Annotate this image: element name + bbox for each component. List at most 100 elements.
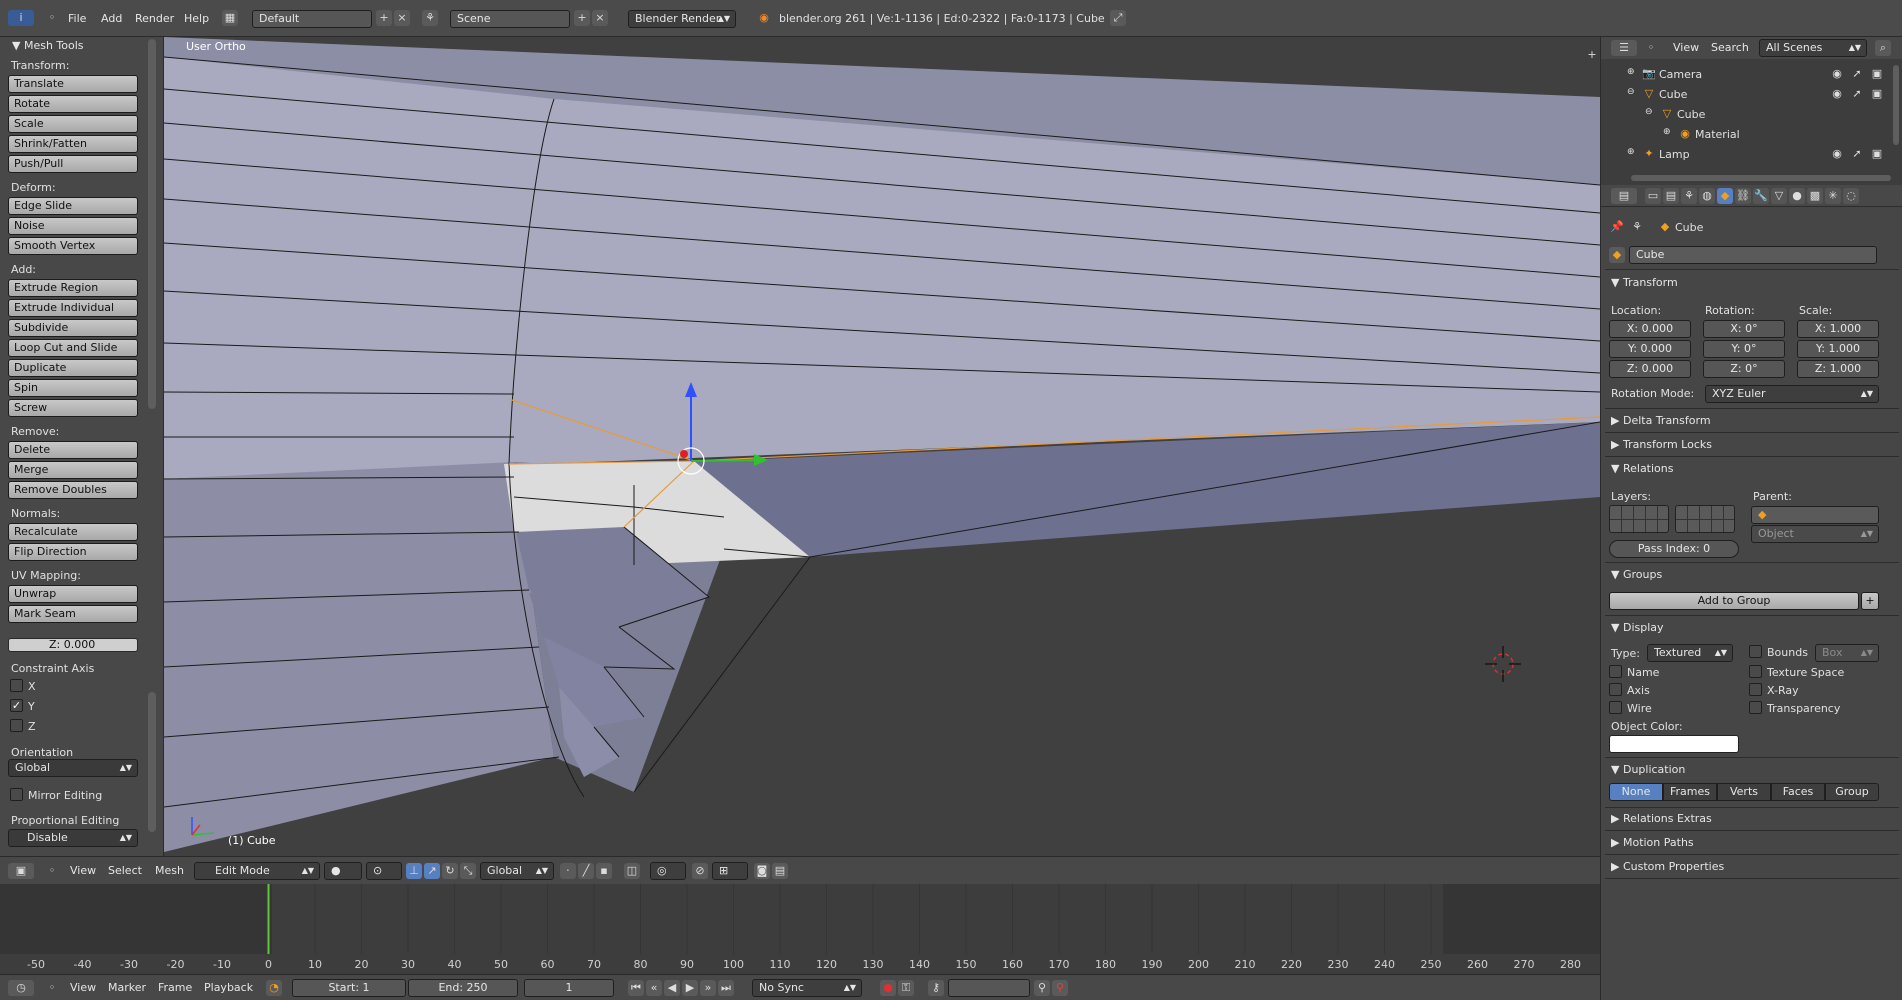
tool-button-translate[interactable]: Translate <box>8 75 138 93</box>
tool-button-scale[interactable]: Scale <box>8 115 138 133</box>
pin-icon[interactable]: 📌 <box>1609 219 1625 235</box>
outliner-item-label[interactable]: Camera <box>1659 68 1702 81</box>
texture-tab-icon[interactable]: ▩ <box>1807 188 1823 204</box>
render-still-icon[interactable]: ◙ <box>754 863 770 879</box>
pivot-point-dropdown[interactable]: ⊙ <box>366 862 402 880</box>
menu-help[interactable]: Help <box>184 6 209 32</box>
menu-playback[interactable]: Playback <box>204 975 253 1000</box>
rotation-y-field[interactable]: Y: 0° <box>1703 340 1785 358</box>
visibility-eye-icon[interactable]: ◉ <box>1829 86 1845 102</box>
tool-button-merge[interactable]: Merge <box>8 461 138 479</box>
selectable-cursor-icon[interactable]: ➚ <box>1849 66 1865 82</box>
fullscreen-icon[interactable]: ⤢ <box>1110 10 1126 26</box>
scale-manipulator-icon[interactable]: ⤡ <box>460 863 476 879</box>
outliner-expand-icon[interactable]: ⊕ <box>1663 127 1671 137</box>
collapse-menu-icon[interactable]: ◦ <box>44 10 60 26</box>
collapse-menu-icon[interactable]: ◦ <box>1643 40 1659 56</box>
object-name-field[interactable]: Cube <box>1629 246 1877 264</box>
jump-keyframe-forward-icon[interactable]: » <box>700 980 716 996</box>
operator-z-value[interactable]: Z: 0.000 <box>8 638 138 652</box>
transform-orientation-dropdown[interactable]: Global ▲▼ <box>480 862 554 880</box>
selectable-cursor-icon[interactable]: ➚ <box>1849 86 1865 102</box>
display-wire-checkbox[interactable] <box>1609 701 1622 714</box>
data-tab-icon[interactable]: ▽ <box>1771 188 1787 204</box>
editor-type-icon[interactable]: ▣ <box>8 863 34 879</box>
insert-keyframe-icon[interactable]: ⚲ <box>1034 980 1050 996</box>
menu-view[interactable]: View <box>70 975 96 1000</box>
axis-x-checkbox[interactable] <box>10 679 23 692</box>
start-frame-field[interactable]: Start: 1 <box>292 979 406 997</box>
display-mode-dropdown[interactable]: All Scenes ▲▼ <box>1759 39 1867 57</box>
outliner-scrollbar-h[interactable] <box>1631 175 1891 181</box>
scene-field[interactable]: Scene <box>450 10 570 28</box>
tool-button-push-pull[interactable]: Push/Pull <box>8 155 138 173</box>
material-tab-icon[interactable]: ● <box>1789 188 1805 204</box>
tool-button-flip-direction[interactable]: Flip Direction <box>8 543 138 561</box>
delete-screen-icon[interactable]: × <box>394 10 410 26</box>
bounds-checkbox[interactable] <box>1749 645 1762 658</box>
visibility-eye-icon[interactable]: ◉ <box>1829 146 1845 162</box>
location-y-field[interactable]: Y: 0.000 <box>1609 340 1691 358</box>
duplication-panel-header[interactable]: ▼ Duplication <box>1611 763 1685 776</box>
keying-set-field[interactable] <box>948 979 1030 997</box>
editor-type-icon[interactable]: ▤ <box>1611 188 1637 204</box>
modifiers-tab-icon[interactable]: 🔧 <box>1753 188 1769 204</box>
rotation-x-field[interactable]: X: 0° <box>1703 320 1785 338</box>
layers-grid-left[interactable] <box>1609 505 1669 533</box>
tool-button-edge-slide[interactable]: Edge Slide <box>8 197 138 215</box>
screen-layout-icon[interactable]: ▦ <box>222 10 238 26</box>
menu-view[interactable]: View <box>70 858 96 884</box>
object-color-swatch[interactable] <box>1609 735 1739 753</box>
proportional-edit-dropdown[interactable]: ◎ <box>650 862 686 880</box>
menu-add[interactable]: Add <box>101 6 122 32</box>
viewport-plus-icon[interactable]: + <box>1584 47 1600 63</box>
tool-button-unwrap[interactable]: Unwrap <box>8 585 138 603</box>
delete-keyframe-icon[interactable]: ⚲ <box>1052 980 1068 996</box>
outliner-expand-icon[interactable]: ⊕ <box>1627 67 1635 77</box>
menu-file[interactable]: File <box>68 6 86 32</box>
display-axis-checkbox[interactable] <box>1609 683 1622 696</box>
axis-z-checkbox[interactable] <box>10 719 23 732</box>
end-frame-field[interactable]: End: 250 <box>408 979 518 997</box>
scene-tab-icon[interactable]: ⚘ <box>1681 188 1697 204</box>
outliner-expand-icon[interactable]: ⊖ <box>1645 107 1653 117</box>
layers-grid-right[interactable] <box>1675 505 1735 533</box>
edge-select-icon[interactable]: ╱ <box>578 863 594 879</box>
snap-toggle-icon[interactable]: ⊘ <box>692 863 708 879</box>
preview-range-icon[interactable]: ◔ <box>266 980 282 996</box>
motion-paths-panel-header[interactable]: ▶ Motion Paths <box>1611 836 1694 849</box>
editor-type-icon[interactable]: ☰ <box>1611 40 1637 56</box>
3d-viewport[interactable]: User Ortho (1) Cube + <box>164 37 1600 856</box>
render-tab-icon[interactable]: ▭ <box>1645 188 1661 204</box>
mesh-tools-header[interactable]: ▼ Mesh Tools <box>12 39 84 52</box>
sync-mode-dropdown[interactable]: No Sync ▲▼ <box>752 979 862 997</box>
add-screen-icon[interactable]: + <box>376 10 392 26</box>
visibility-eye-icon[interactable]: ◉ <box>1829 66 1845 82</box>
tool-button-smooth-vertex[interactable]: Smooth Vertex <box>8 237 138 255</box>
menu-search[interactable]: Search <box>1711 35 1749 61</box>
display-panel-header[interactable]: ▼ Display <box>1611 621 1664 634</box>
tool-button-recalculate[interactable]: Recalculate <box>8 523 138 541</box>
render-engine-dropdown[interactable]: Blender Render ▲▼ <box>628 10 736 28</box>
render-animation-icon[interactable]: ▤ <box>772 863 788 879</box>
xray-checkbox[interactable] <box>1749 683 1762 696</box>
tool-button-mark-seam[interactable]: Mark Seam <box>8 605 138 623</box>
render-layers-tab-icon[interactable]: ▤ <box>1663 188 1679 204</box>
rotation-z-field[interactable]: Z: 0° <box>1703 360 1785 378</box>
record-keyframe-icon[interactable]: ● <box>880 980 896 996</box>
add-scene-icon[interactable]: + <box>574 10 590 26</box>
parent-type-dropdown[interactable]: Object ▲▼ <box>1751 525 1879 543</box>
scale-y-field[interactable]: Y: 1.000 <box>1797 340 1879 358</box>
jump-end-icon[interactable]: ⏭ <box>718 980 734 996</box>
tool-button-loop-cut-and-slide[interactable]: Loop Cut and Slide <box>8 339 138 357</box>
current-frame-field[interactable]: 1 <box>524 979 614 997</box>
menu-frame[interactable]: Frame <box>158 975 192 1000</box>
duplication-tab-faces[interactable]: Faces <box>1771 783 1825 801</box>
outliner-expand-icon[interactable]: ⊖ <box>1627 87 1635 97</box>
jump-start-icon[interactable]: ⏮ <box>628 980 644 996</box>
duplication-tab-none[interactable]: None <box>1609 783 1663 801</box>
tool-button-remove-doubles[interactable]: Remove Doubles <box>8 481 138 499</box>
menu-view[interactable]: View <box>1673 35 1699 61</box>
pass-index-field[interactable]: Pass Index: 0 <box>1609 540 1739 558</box>
duplication-tab-frames[interactable]: Frames <box>1663 783 1717 801</box>
